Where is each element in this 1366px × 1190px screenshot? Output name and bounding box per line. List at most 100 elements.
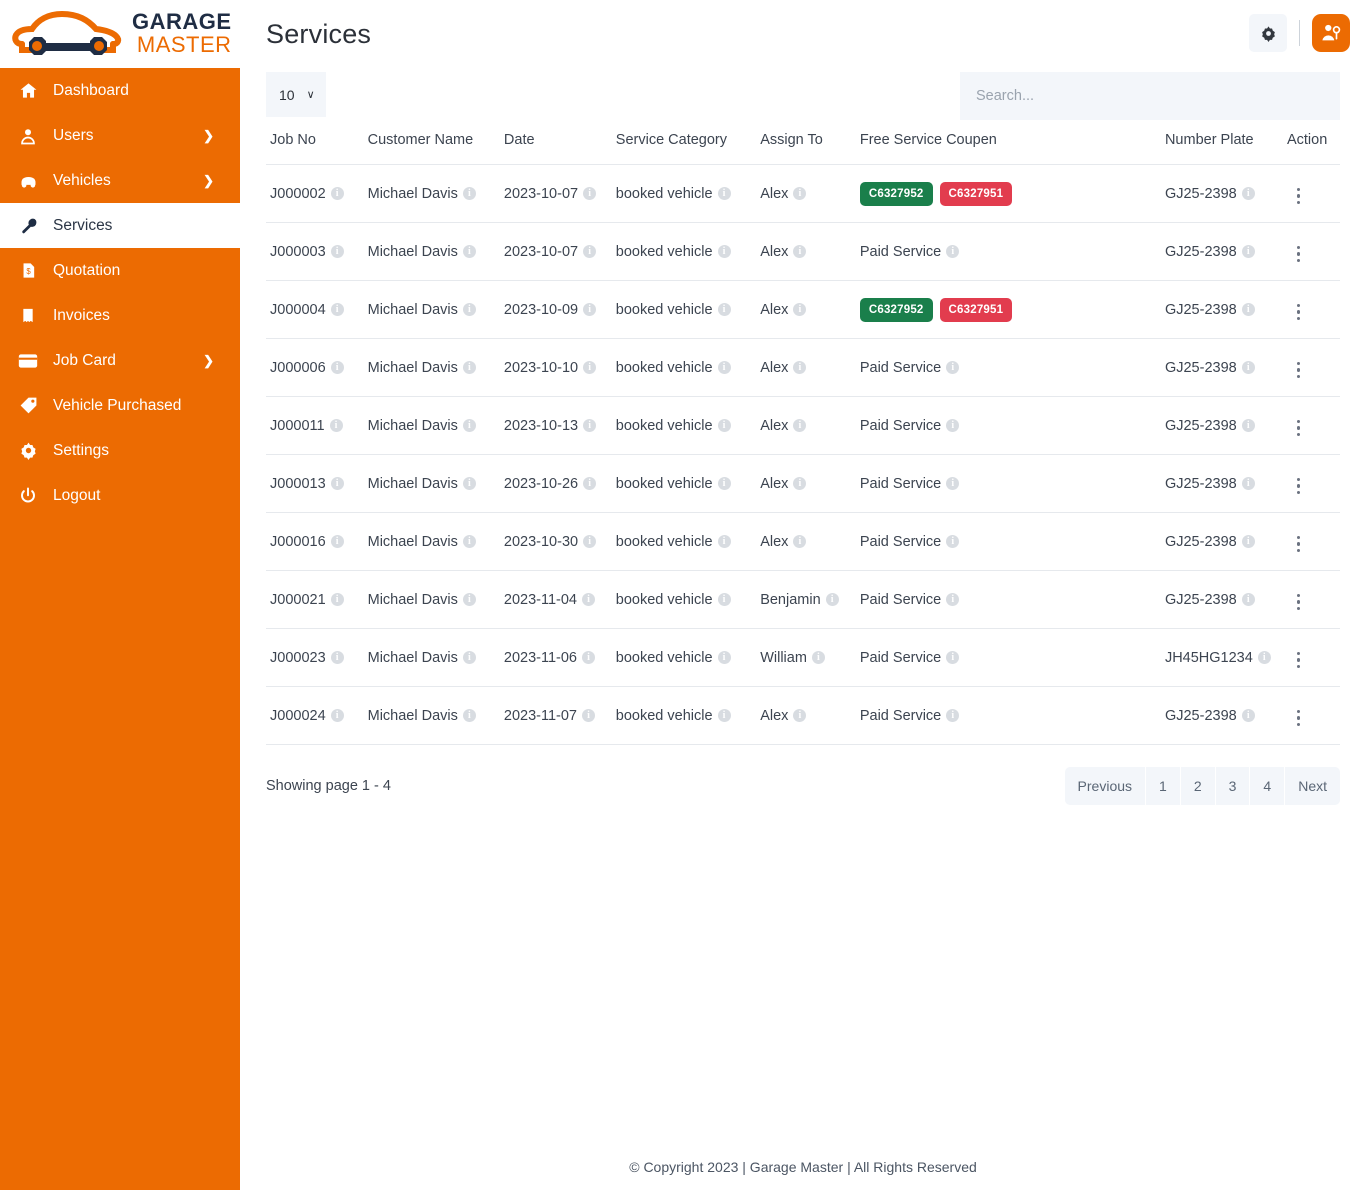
info-icon[interactable]: i xyxy=(946,477,960,490)
coupon-badge[interactable]: C6327951 xyxy=(939,181,1013,206)
sidebar-item-vehicles[interactable]: Vehicles ❯ xyxy=(0,158,240,203)
info-icon[interactable]: i xyxy=(1241,187,1255,200)
info-icon[interactable]: i xyxy=(793,709,807,722)
pagination-button-2[interactable]: 2 xyxy=(1180,767,1216,805)
info-icon[interactable]: i xyxy=(583,419,597,432)
row-action-menu-button[interactable] xyxy=(1287,184,1311,209)
info-icon[interactable]: i xyxy=(946,593,960,606)
info-icon[interactable]: i xyxy=(793,245,807,258)
brand-logo[interactable]: GARAGE MASTER xyxy=(0,0,240,68)
info-icon[interactable]: i xyxy=(717,187,731,200)
info-icon[interactable]: i xyxy=(462,593,476,606)
info-icon[interactable]: i xyxy=(330,477,344,490)
sidebar-item-quotation[interactable]: $ Quotation xyxy=(0,248,240,293)
info-icon[interactable]: i xyxy=(717,593,731,606)
info-icon[interactable]: i xyxy=(330,709,344,722)
row-action-menu-button[interactable] xyxy=(1287,532,1311,557)
info-icon[interactable]: i xyxy=(462,651,476,664)
entries-per-page-select[interactable]: 10 ∨ xyxy=(266,72,326,117)
pagination-button-next[interactable]: Next xyxy=(1285,767,1340,805)
row-action-menu-button[interactable] xyxy=(1287,590,1311,615)
info-icon[interactable]: i xyxy=(583,535,597,548)
info-icon[interactable]: i xyxy=(330,651,344,664)
info-icon[interactable]: i xyxy=(330,303,344,316)
row-action-menu-button[interactable] xyxy=(1287,300,1311,325)
info-icon[interactable]: i xyxy=(946,361,960,374)
row-action-menu-button[interactable] xyxy=(1287,648,1311,673)
pagination-button-1[interactable]: 1 xyxy=(1146,767,1181,805)
sidebar-item-invoices[interactable]: Invoices xyxy=(0,293,240,338)
info-icon[interactable]: i xyxy=(793,419,807,432)
sidebar-item-services[interactable]: Services xyxy=(0,203,240,248)
row-action-menu-button[interactable] xyxy=(1287,416,1311,441)
info-icon[interactable]: i xyxy=(330,361,344,374)
info-icon[interactable]: i xyxy=(717,361,731,374)
info-icon[interactable]: i xyxy=(793,187,807,200)
info-icon[interactable]: i xyxy=(582,651,596,664)
info-icon[interactable]: i xyxy=(717,303,731,316)
info-icon[interactable]: i xyxy=(582,593,596,606)
info-icon[interactable]: i xyxy=(329,419,343,432)
info-icon[interactable]: i xyxy=(1257,651,1271,664)
info-icon[interactable]: i xyxy=(1241,535,1255,548)
info-icon[interactable]: i xyxy=(793,361,807,374)
info-icon[interactable]: i xyxy=(1241,361,1255,374)
row-action-menu-button[interactable] xyxy=(1287,358,1311,383)
info-icon[interactable]: i xyxy=(717,651,731,664)
search-input[interactable] xyxy=(960,72,1340,120)
info-icon[interactable]: i xyxy=(1241,709,1255,722)
pagination-button-previous[interactable]: Previous xyxy=(1064,767,1147,805)
info-icon[interactable]: i xyxy=(1241,303,1255,316)
info-icon[interactable]: i xyxy=(462,709,476,722)
row-action-menu-button[interactable] xyxy=(1287,706,1311,731)
info-icon[interactable]: i xyxy=(462,535,476,548)
info-icon[interactable]: i xyxy=(462,419,476,432)
info-icon[interactable]: i xyxy=(946,651,960,664)
info-icon[interactable]: i xyxy=(1241,477,1255,490)
sidebar-item-job-card[interactable]: Job Card ❯ xyxy=(0,338,240,383)
info-icon[interactable]: i xyxy=(1241,419,1255,432)
sidebar-item-logout[interactable]: Logout xyxy=(0,473,240,518)
info-icon[interactable]: i xyxy=(717,709,731,722)
info-icon[interactable]: i xyxy=(583,245,597,258)
sidebar-item-dashboard[interactable]: Dashboard xyxy=(0,68,240,113)
sidebar-item-settings[interactable]: Settings xyxy=(0,428,240,473)
info-icon[interactable]: i xyxy=(330,187,344,200)
row-action-menu-button[interactable] xyxy=(1287,242,1311,267)
info-icon[interactable]: i xyxy=(793,535,807,548)
info-icon[interactable]: i xyxy=(582,709,596,722)
info-icon[interactable]: i xyxy=(583,303,597,316)
info-icon[interactable]: i xyxy=(946,709,960,722)
sidebar-item-vehicle-purchased[interactable]: Vehicle Purchased xyxy=(0,383,240,428)
pagination-button-4[interactable]: 4 xyxy=(1250,767,1286,805)
info-icon[interactable]: i xyxy=(717,419,731,432)
info-icon[interactable]: i xyxy=(946,245,960,258)
info-icon[interactable]: i xyxy=(946,419,960,432)
info-icon[interactable]: i xyxy=(330,593,344,606)
pagination-button-3[interactable]: 3 xyxy=(1215,767,1251,805)
info-icon[interactable]: i xyxy=(330,245,344,258)
info-icon[interactable]: i xyxy=(330,535,344,548)
info-icon[interactable]: i xyxy=(793,477,807,490)
info-icon[interactable]: i xyxy=(811,651,825,664)
info-icon[interactable]: i xyxy=(462,303,476,316)
info-icon[interactable]: i xyxy=(462,187,476,200)
info-icon[interactable]: i xyxy=(717,535,731,548)
info-icon[interactable]: i xyxy=(717,245,731,258)
settings-button[interactable] xyxy=(1249,14,1287,52)
coupon-badge[interactable]: C6327951 xyxy=(939,297,1013,322)
info-icon[interactable]: i xyxy=(462,477,476,490)
info-icon[interactable]: i xyxy=(717,477,731,490)
info-icon[interactable]: i xyxy=(583,187,597,200)
profile-button[interactable] xyxy=(1312,14,1350,52)
info-icon[interactable]: i xyxy=(462,361,476,374)
info-icon[interactable]: i xyxy=(583,361,597,374)
info-icon[interactable]: i xyxy=(583,477,597,490)
info-icon[interactable]: i xyxy=(462,245,476,258)
coupon-badge[interactable]: C6327952 xyxy=(859,181,933,206)
sidebar-item-users[interactable]: Users ❯ xyxy=(0,113,240,158)
info-icon[interactable]: i xyxy=(793,303,807,316)
info-icon[interactable]: i xyxy=(1241,593,1255,606)
info-icon[interactable]: i xyxy=(1241,245,1255,258)
info-icon[interactable]: i xyxy=(825,593,839,606)
